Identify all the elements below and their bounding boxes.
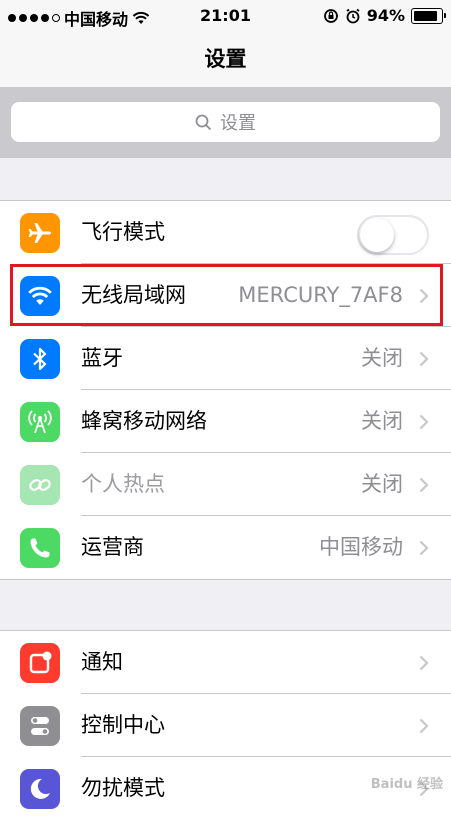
chevron-right-icon xyxy=(419,718,429,734)
row-value: 中国移动 xyxy=(319,535,403,559)
alarm-icon xyxy=(346,8,360,23)
settings-row-airplane: 飞行模式 xyxy=(0,201,451,264)
settings-row-wifi[interactable]: 无线局域网 MERCURY_7AF8 xyxy=(0,264,451,327)
toggle-knob xyxy=(360,218,394,252)
status-bar: 中国移动 21:01 94% xyxy=(0,0,451,32)
row-label: 蜂窝移动网络 xyxy=(81,409,207,433)
battery-icon xyxy=(411,7,446,24)
search-field[interactable]: 设置 xyxy=(11,102,440,142)
chevron-right-icon xyxy=(419,288,429,304)
chevron-right-icon xyxy=(419,477,429,493)
settings-row-notifications[interactable]: 通知 xyxy=(0,631,451,694)
search-area: 设置 xyxy=(0,88,451,158)
airplane-mode-toggle[interactable] xyxy=(357,215,429,255)
battery-percent: 94% xyxy=(366,6,405,25)
wifi-icon xyxy=(20,276,60,316)
row-value: MERCURY_7AF8 xyxy=(238,283,403,307)
row-label: 控制中心 xyxy=(81,713,165,737)
chevron-right-icon xyxy=(419,655,429,671)
settings-row-hotspot[interactable]: 个人热点 关闭 xyxy=(0,453,451,516)
search-icon xyxy=(195,114,212,130)
row-value: 关闭 xyxy=(361,409,403,433)
row-label: 蓝牙 xyxy=(81,346,123,370)
settings-row-cellular[interactable]: 蜂窝移动网络 关闭 xyxy=(0,390,451,453)
cellular-icon xyxy=(20,402,60,442)
rotation-lock-icon xyxy=(323,8,338,23)
watermark-logo: Baidu 经验 xyxy=(370,777,443,792)
row-label: 个人热点 xyxy=(81,472,165,496)
row-label: 通知 xyxy=(81,650,123,674)
row-value: 关闭 xyxy=(361,346,403,370)
settings-row-control-center[interactable]: 控制中心 xyxy=(0,694,451,757)
row-label: 飞行模式 xyxy=(81,220,165,244)
moon-icon xyxy=(20,769,60,809)
connectivity-group: 飞行模式 无线局域网 MERCURY_7AF8 蓝牙 关闭 蜂窝移动网络 关闭 … xyxy=(0,200,451,580)
phone-icon xyxy=(20,528,60,568)
notifications-icon xyxy=(20,643,60,683)
row-value: 关闭 xyxy=(361,472,403,496)
hotspot-icon xyxy=(20,465,60,505)
search-placeholder: 设置 xyxy=(220,113,256,134)
row-label: 勿扰模式 xyxy=(81,776,165,800)
bluetooth-icon xyxy=(20,339,60,379)
chevron-right-icon xyxy=(419,414,429,430)
settings-row-bluetooth[interactable]: 蓝牙 关闭 xyxy=(0,327,451,390)
control-center-icon xyxy=(20,706,60,746)
airplane-icon xyxy=(20,213,60,253)
chevron-right-icon xyxy=(419,540,429,556)
chevron-right-icon xyxy=(419,351,429,367)
settings-row-carrier[interactable]: 运营商 中国移动 xyxy=(0,516,451,579)
page-title: 设置 xyxy=(0,32,451,88)
row-label: 运营商 xyxy=(81,535,144,559)
row-label: 无线局域网 xyxy=(81,283,186,307)
